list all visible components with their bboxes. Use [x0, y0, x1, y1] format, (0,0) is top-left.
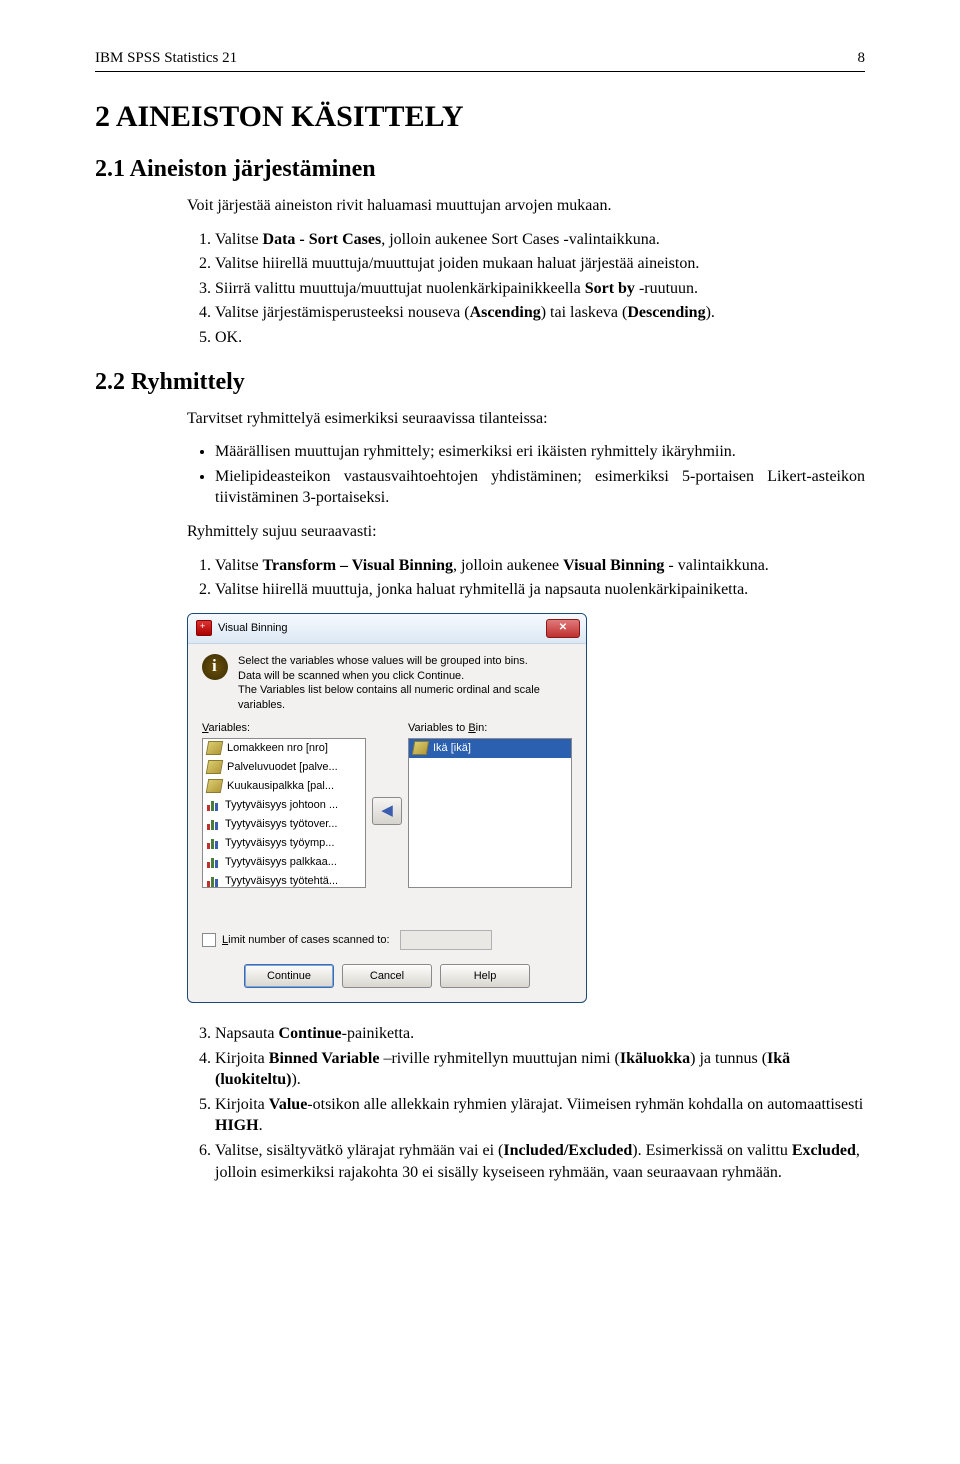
- dialog-info-text: Select the variables whose values will b…: [238, 654, 572, 713]
- list-item[interactable]: Kuukausipalkka [pal...: [203, 777, 365, 796]
- limit-cases-label: Limit number of cases scanned to:: [222, 933, 390, 948]
- sec2-step-5: Kirjoita Value-otsikon alle allekkain ry…: [215, 1094, 865, 1137]
- sec1-step-5: OK.: [215, 327, 865, 349]
- ordinal-icon: [207, 799, 220, 811]
- limit-cases-input[interactable]: [400, 930, 492, 950]
- page-header: IBM SPSS Statistics 21 8: [95, 50, 865, 71]
- dialog-titlebar: Visual Binning ✕: [188, 614, 586, 644]
- sec2-bullet-1: Määrällisen muuttujan ryhmittely; esimer…: [215, 441, 865, 463]
- limit-cases-checkbox[interactable]: [202, 933, 216, 947]
- list-item[interactable]: Tyytyväisyys työymp...: [203, 834, 365, 853]
- sec2-step-4: Kirjoita Binned Variable –riville ryhmit…: [215, 1048, 865, 1091]
- variables-to-bin-listbox[interactable]: Ikä [ikä]: [408, 738, 572, 888]
- help-button[interactable]: Help: [440, 964, 530, 988]
- scale-icon: [412, 741, 429, 755]
- header-title: IBM SPSS Statistics 21: [95, 50, 237, 67]
- sec1-intro: Voit järjestää aineiston rivit haluamasi…: [187, 195, 865, 217]
- app-icon: [196, 620, 212, 636]
- arrow-left-icon: ◀: [381, 801, 393, 821]
- sec2-step-3: Napsauta Continue-painiketta.: [215, 1023, 865, 1045]
- list-item[interactable]: Tyytyväisyys johtoon ...: [203, 796, 365, 815]
- sec2-step-6: Valitse, sisältyvätkö ylärajat ryhmään v…: [215, 1140, 865, 1183]
- move-left-button[interactable]: ◀: [372, 797, 402, 825]
- header-rule: [95, 71, 865, 72]
- visual-binning-dialog: Visual Binning ✕ Select the variables wh…: [187, 613, 587, 1003]
- section-h1: 2 AINEISTON KÄSITTELY: [95, 100, 865, 134]
- ordinal-icon: [207, 837, 220, 849]
- sec2-steps-a: Valitse Transform – Visual Binning, joll…: [187, 555, 865, 601]
- ordinal-icon: [207, 818, 220, 830]
- variables-label: VVariables:ariables:: [202, 721, 366, 736]
- sec2-bullet-2: Mielipideasteikon vastausvaihtoehtojen y…: [215, 466, 865, 509]
- sec2-step-1: Valitse Transform – Visual Binning, joll…: [215, 555, 865, 577]
- variables-listbox[interactable]: Lomakkeen nro [nro] Palveluvuodet [palve…: [202, 738, 366, 888]
- close-button[interactable]: ✕: [546, 619, 580, 638]
- sec1-step-1: Valitse Data - Sort Cases, jolloin auken…: [215, 229, 865, 251]
- scale-icon: [206, 760, 223, 774]
- sec2-steps-b: Napsauta Continue-painiketta. Kirjoita B…: [187, 1023, 865, 1183]
- dialog-title: Visual Binning: [218, 621, 288, 636]
- list-item[interactable]: Palveluvuodet [palve...: [203, 758, 365, 777]
- sec2-intro: Tarvitset ryhmittelyä esimerkiksi seuraa…: [187, 408, 865, 430]
- list-item[interactable]: Lomakkeen nro [nro]: [203, 739, 365, 758]
- limit-cases-row: Limit number of cases scanned to:: [202, 930, 572, 950]
- scale-icon: [206, 741, 223, 755]
- info-icon: [202, 654, 228, 680]
- list-item[interactable]: Tyytyväisyys palkkaa...: [203, 853, 365, 872]
- variables-to-bin-label: Variables to Bin:: [408, 721, 572, 736]
- sec1-step-2: Valitse hiirellä muuttuja/muuttujat joid…: [215, 253, 865, 275]
- ordinal-icon: [207, 875, 220, 887]
- section-2-1-heading: 2.1 Aineiston järjestäminen: [95, 156, 865, 183]
- sec2-lead2: Ryhmittely sujuu seuraavasti:: [187, 521, 865, 543]
- sec1-step-4: Valitse järjestämisperusteeksi nouseva (…: [215, 302, 865, 324]
- list-item[interactable]: Tyytyväisyys työtover...: [203, 815, 365, 834]
- sec2-bullets: Määrällisen muuttujan ryhmittely; esimer…: [187, 441, 865, 509]
- list-item[interactable]: Tyytyväisyys työtehtä...: [203, 872, 365, 888]
- scale-icon: [206, 779, 223, 793]
- cancel-button[interactable]: Cancel: [342, 964, 432, 988]
- section-2-2-heading: 2.2 Ryhmittely: [95, 369, 865, 396]
- continue-button[interactable]: Continue: [244, 964, 334, 988]
- ordinal-icon: [207, 856, 220, 868]
- sec1-step-3: Siirrä valittu muuttuja/muuttujat nuolen…: [215, 278, 865, 300]
- close-icon: ✕: [559, 621, 567, 635]
- list-item[interactable]: Ikä [ikä]: [409, 739, 571, 758]
- header-page-number: 8: [858, 50, 866, 67]
- sec1-steps: Valitse Data - Sort Cases, jolloin auken…: [187, 229, 865, 349]
- sec2-step-2: Valitse hiirellä muuttuja, jonka haluat …: [215, 579, 865, 601]
